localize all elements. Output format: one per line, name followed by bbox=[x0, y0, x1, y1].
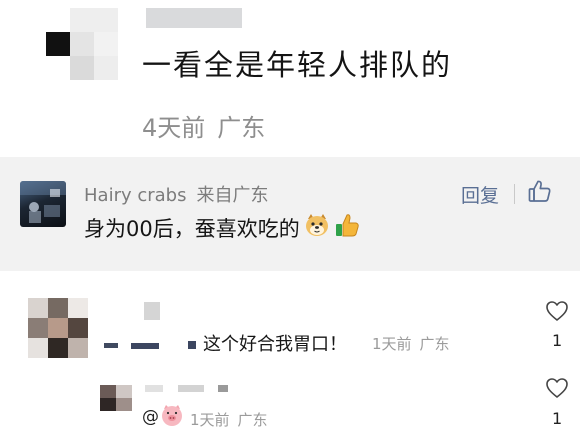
mention-symbol: @ bbox=[142, 407, 159, 427]
comment-body: 身为00后，蚕喜欢吃的 bbox=[84, 212, 360, 243]
thumbs-up-icon[interactable] bbox=[527, 178, 553, 204]
thumbs-up-emoji bbox=[334, 212, 360, 243]
comment-text: 这个好合我胃口！ bbox=[203, 334, 347, 355]
username-redacted bbox=[131, 343, 159, 349]
username-redacted bbox=[218, 385, 228, 392]
reply-button[interactable]: 回复 bbox=[461, 181, 499, 208]
heart-icon[interactable] bbox=[545, 300, 569, 322]
pig-face-sticker bbox=[160, 403, 184, 427]
comment-text: 身为00后，蚕喜欢吃的 bbox=[84, 216, 300, 241]
comment-meta: 1天前 广东 bbox=[372, 333, 450, 354]
divider bbox=[514, 184, 515, 204]
like-count: 1 bbox=[552, 409, 563, 428]
comment-text: 一看全是年轻人排队的 bbox=[142, 48, 453, 82]
comment-time: 1天前 bbox=[190, 411, 230, 429]
username[interactable]: Hairy crabs bbox=[84, 185, 186, 206]
avatar[interactable] bbox=[20, 181, 66, 227]
username-redacted bbox=[145, 385, 163, 392]
comment-location: 广东 bbox=[419, 335, 450, 353]
comment-meta: 4天前 广东 bbox=[142, 108, 265, 143]
avatar[interactable] bbox=[100, 385, 132, 411]
username-redacted bbox=[188, 341, 196, 349]
avatar[interactable] bbox=[28, 298, 88, 358]
comment-header: Hairy crabs 来自广东 bbox=[84, 181, 268, 207]
username-redacted bbox=[178, 385, 204, 392]
avatar[interactable] bbox=[46, 8, 118, 80]
username-redacted bbox=[144, 302, 160, 320]
comment-time: 1天前 bbox=[372, 335, 412, 353]
doge-emoji bbox=[304, 213, 330, 242]
heart-icon[interactable] bbox=[545, 377, 569, 399]
comment-location: 广东 bbox=[237, 411, 268, 429]
username-redacted bbox=[146, 8, 242, 28]
comment-time: 4天前 bbox=[142, 114, 206, 142]
username-redacted bbox=[104, 343, 118, 348]
like-count: 1 bbox=[552, 331, 563, 350]
comment-meta: 1天前 广东 bbox=[190, 409, 268, 430]
from-location: 来自广东 bbox=[196, 185, 269, 206]
comment-location: 广东 bbox=[217, 114, 266, 142]
